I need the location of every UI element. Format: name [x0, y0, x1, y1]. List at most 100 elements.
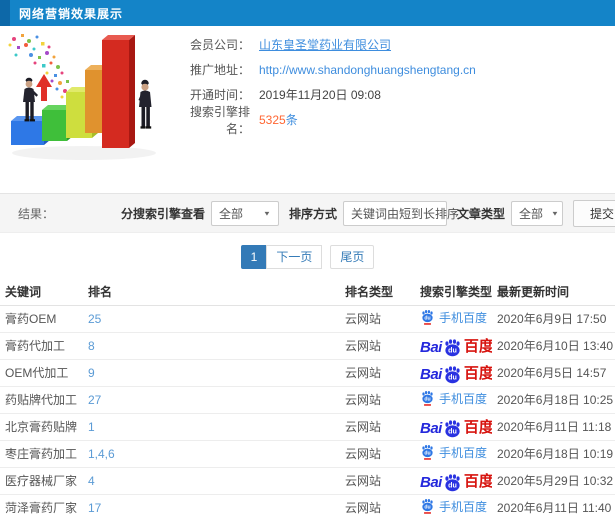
updated-cell: 2020年5月29日 10:32	[492, 467, 615, 495]
baidu-logo-cn-text: 百度	[463, 473, 492, 490]
engine-cell: Bai du 百度	[415, 359, 492, 387]
member-info: 会员公司： 山东皇圣堂药业有限公司 推广地址： http://www.shand…	[168, 32, 476, 136]
page: 网络营销效果展示 会员公司： 山东皇圣堂药业有限公司 推广地址： http://…	[0, 0, 615, 520]
baidu-logo-bai-text: Bai	[420, 420, 442, 437]
rank-type-cell: 云网站	[340, 359, 415, 387]
rank-type-header: 排名类型	[340, 279, 415, 306]
next-page-button[interactable]: 下一页	[266, 245, 323, 269]
svg-text:du: du	[424, 397, 430, 403]
baidu-logo: Bai du 百度	[420, 362, 492, 384]
rank-link[interactable]: 25	[83, 305, 340, 333]
mobile-baidu-paw-icon: du	[422, 310, 433, 325]
mobile-baidu-badge: du 手机百度	[420, 390, 487, 407]
keyword-cell: 膏药OEM	[0, 305, 83, 333]
rank-type-cell: 云网站	[340, 413, 415, 441]
baidu-logo: Bai du 百度	[420, 335, 492, 357]
businessman-right	[138, 79, 152, 129]
keyword-cell: 药贴牌代加工	[0, 386, 83, 414]
result-label: 结果：	[18, 206, 55, 221]
engine-select-value: 全部	[218, 206, 243, 221]
keyword-cell: OEM代加工	[0, 359, 83, 387]
chevron-down-icon: ▼	[551, 209, 559, 217]
engine-filter-label: 分搜索引擎查看	[120, 206, 205, 221]
rank-count-label: 搜索引擎排名：	[189, 104, 250, 136]
engine-cell: du 手机百度	[415, 440, 492, 468]
engine-cell: du 手机百度	[415, 305, 492, 333]
filter-controls: 分搜索引擎查看 全部 ▼ 排序方式 关键词由短到长排序 ▼ 文章类型 全部 ▼ …	[111, 199, 615, 227]
mobile-baidu-label: 手机百度	[439, 310, 488, 325]
last-page-button[interactable]: 尾页	[330, 245, 375, 269]
mobile-baidu-paw-icon: du	[422, 445, 433, 460]
baidu-logo-bai-text: Bai	[420, 366, 442, 383]
company-link[interactable]: 山东皇圣堂药业有限公司	[259, 36, 391, 53]
open-time-label: 开通时间：	[189, 88, 250, 102]
rank-link[interactable]: 27	[83, 386, 340, 414]
rank-link[interactable]: 1	[83, 413, 340, 441]
sort-select-value: 关键词由短到长排序	[350, 206, 459, 221]
baidu-logo-cn-text: 百度	[463, 338, 492, 355]
baidu-logo: Bai du 百度	[420, 470, 492, 492]
updated-cell: 2020年6月9日 17:50	[492, 305, 615, 333]
article-type-value: 全部	[518, 206, 543, 221]
rank-header: 排名	[83, 279, 340, 306]
engine-select[interactable]: 全部 ▼	[210, 200, 279, 226]
page-1-button[interactable]: 1	[240, 245, 268, 269]
businessman-left	[23, 77, 38, 122]
article-type-label: 文章类型	[456, 206, 505, 221]
header-accent	[0, 0, 10, 26]
keyword-header: 关键词	[0, 279, 83, 306]
updated-cell: 2020年6月10日 13:40	[492, 332, 615, 360]
promo-url-label: 推广地址：	[189, 63, 250, 77]
baidu-paw-icon: du	[445, 366, 460, 384]
promo-url-link[interactable]: http://www.shandonghuangshengtang.cn	[259, 63, 476, 77]
mobile-baidu-label: 手机百度	[439, 445, 488, 460]
keyword-cell: 枣庄膏药加工	[0, 440, 83, 468]
results-table: 关键词 排名 排名类型 搜索引擎类型 最新更新时间 膏药OEM 25 云网站 d…	[0, 279, 615, 520]
bar-chart-image	[8, 34, 156, 160]
svg-text:du: du	[448, 347, 457, 355]
svg-text:du: du	[448, 374, 457, 382]
mobile-baidu-label: 手机百度	[439, 499, 488, 514]
engine-cell: Bai du 百度	[415, 413, 492, 441]
submit-button[interactable]: 提交	[572, 199, 615, 227]
company-row: 会员公司： 山东皇圣堂药业有限公司	[168, 32, 476, 57]
growth-chart-illustration	[4, 31, 179, 189]
svg-text:du: du	[448, 482, 457, 490]
table-row: 枣庄膏药加工 1,4,6 云网站 du 手机百度 2020年6月18日 10:1…	[0, 440, 615, 468]
table-row: OEM代加工 9 云网站 Bai du 百度 2020年6月5日 14:57	[0, 359, 615, 387]
table-row: 药贴牌代加工 27 云网站 du 手机百度 2020年6月18日 10:25	[0, 386, 615, 414]
rank-link[interactable]: 17	[83, 494, 340, 520]
rank-count-row: 搜索引擎排名： 5325 条	[168, 105, 476, 136]
baidu-paw-icon: du	[445, 420, 460, 438]
svg-text:du: du	[424, 505, 430, 511]
article-type-select[interactable]: 全部 ▼	[510, 200, 563, 226]
engine-cell: Bai du 百度	[415, 332, 492, 360]
app-header: 网络营销效果展示	[0, 0, 615, 26]
svg-text:du: du	[424, 451, 430, 457]
rank-link[interactable]: 1,4,6	[83, 440, 340, 468]
rank-type-cell: 云网站	[340, 386, 415, 414]
rank-link[interactable]: 9	[83, 359, 340, 387]
updated-cell: 2020年6月18日 10:19	[492, 440, 615, 468]
rank-type-cell: 云网站	[340, 440, 415, 468]
table-header-row: 关键词 排名 排名类型 搜索引擎类型 最新更新时间	[0, 279, 615, 306]
baidu-paw-icon: du	[445, 339, 460, 357]
ground-shadow	[12, 146, 156, 160]
chevron-down-icon: ▼	[466, 209, 475, 217]
engine-cell: du 手机百度	[415, 386, 492, 414]
table-row: 菏泽膏药厂家 17 云网站 du 手机百度 2020年6月11日 11:40	[0, 494, 615, 520]
rank-link[interactable]: 8	[83, 332, 340, 360]
table-row: 北京膏药贴牌 1 云网站 Bai du 百度 2020年6月11日 11:18	[0, 413, 615, 441]
mobile-baidu-paw-icon: du	[422, 391, 433, 406]
updated-cell: 2020年6月5日 14:57	[492, 359, 615, 387]
company-label: 会员公司：	[189, 38, 250, 52]
pagination: 1 下一页 尾页	[0, 245, 615, 269]
mobile-baidu-paw-icon: du	[422, 499, 433, 514]
filter-bar: 结果： 分搜索引擎查看 全部 ▼ 排序方式 关键词由短到长排序 ▼ 文章类型 全…	[0, 193, 615, 233]
rank-link[interactable]: 4	[83, 467, 340, 495]
updated-cell: 2020年6月18日 10:25	[492, 386, 615, 414]
table-row: 医疗器械厂家 4 云网站 Bai du 百度 2020年5月29日 10:32	[0, 467, 615, 495]
table-row: 膏药代加工 8 云网站 Bai du 百度 2020年6月10日 13:40	[0, 332, 615, 360]
sort-select[interactable]: 关键词由短到长排序 ▼	[342, 200, 475, 226]
updated-cell: 2020年6月11日 11:40	[492, 494, 615, 520]
